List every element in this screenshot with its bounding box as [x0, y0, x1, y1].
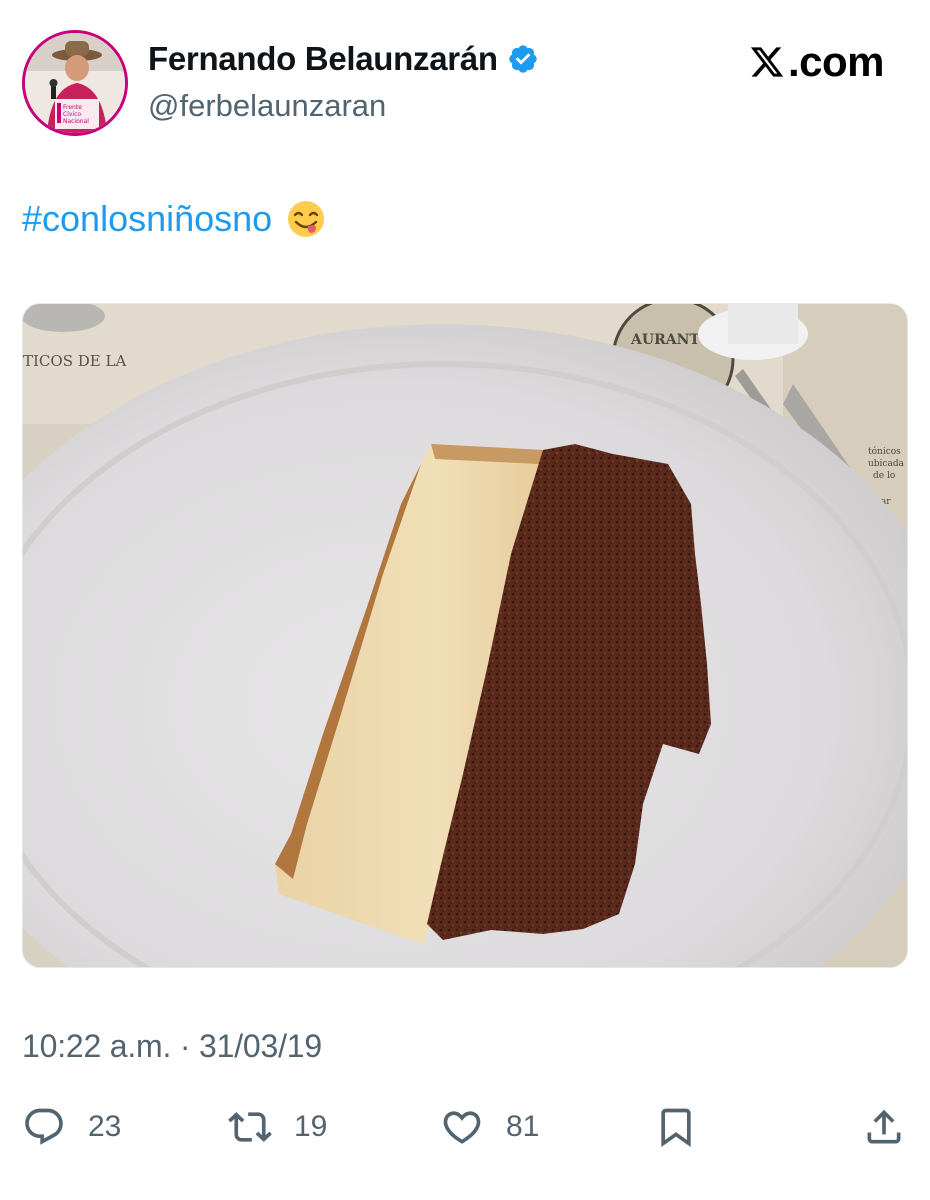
logo-text: AURANT [630, 332, 700, 348]
hashtag-link[interactable]: #conlosniñosno [22, 198, 272, 240]
face-savoring-food-icon [288, 201, 325, 237]
svg-text:Cívico: Cívico [63, 111, 81, 118]
user-handle[interactable]: @ferbelaunzaran [148, 88, 386, 124]
svg-text:Nacional: Nacional [63, 118, 89, 125]
like-button[interactable]: 81 [440, 1102, 539, 1152]
share-button[interactable] [862, 1102, 906, 1152]
tweet-photo[interactable]: TICOS DE LA AURANT tónicos ubicada de lo… [22, 303, 908, 968]
avatar[interactable]: Frente Cívico Nacional [22, 30, 128, 136]
cake-photo-image: TICOS DE LA AURANT tónicos ubicada de lo… [23, 304, 907, 967]
display-name[interactable]: Fernando Belaunzarán [148, 40, 539, 78]
place-mat-text: TICOS DE LA [23, 352, 126, 370]
menu-text-3: de lo [873, 471, 895, 481]
reply-icon [25, 1108, 63, 1145]
reply-button[interactable]: 23 [22, 1102, 121, 1152]
menu-text-1: tónicos [868, 446, 901, 457]
share-icon [867, 1109, 901, 1144]
svg-text:Frente: Frente [63, 104, 82, 111]
retweet-icon [228, 1112, 272, 1142]
avatar-photo: Frente Cívico Nacional [25, 33, 125, 133]
bookmark-button[interactable] [654, 1102, 698, 1152]
tweet-timestamp[interactable]: 10:22 a.m. · 31/03/19 [22, 1028, 322, 1065]
menu-text-2: ubicada [868, 459, 905, 469]
like-count: 81 [506, 1110, 540, 1143]
retweet-count: 19 [294, 1110, 328, 1143]
display-name-text: Fernando Belaunzarán [148, 40, 498, 77]
retweet-button[interactable]: 19 [228, 1102, 327, 1152]
tweet-text: #conlosniñosno [22, 198, 326, 240]
reply-count: 23 [88, 1110, 122, 1143]
verified-badge-icon [509, 45, 537, 73]
heart-icon [443, 1111, 481, 1144]
brand-text: .com [787, 38, 885, 85]
x-logo-icon [750, 47, 784, 77]
bookmark-icon [661, 1108, 691, 1148]
x-brand: .com [749, 38, 885, 86]
